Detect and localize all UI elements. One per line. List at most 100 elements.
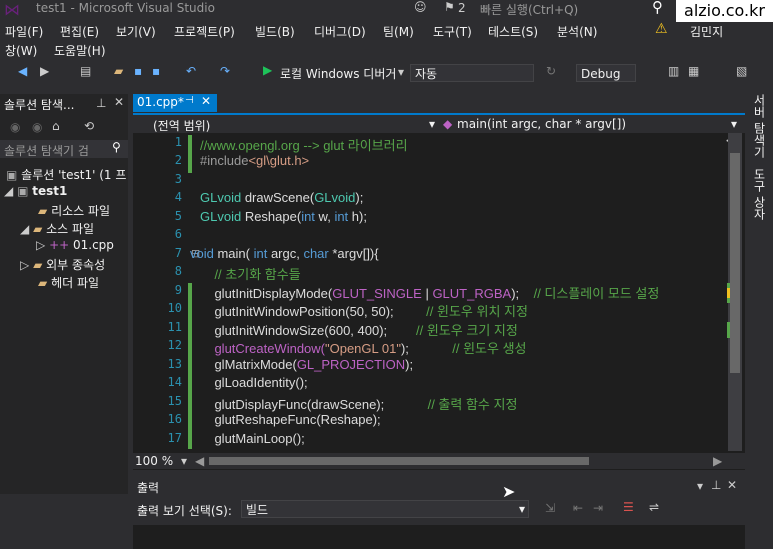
feedback-icon[interactable]: ☺	[414, 0, 427, 14]
toolbar-tool-icon-3[interactable]: ▧	[736, 64, 747, 78]
warning-icon[interactable]: ⚠	[655, 21, 668, 37]
vertical-scrollbar[interactable]	[728, 133, 742, 451]
word-wrap-icon[interactable]: ⇌	[649, 500, 659, 514]
line-number-gutter: 1 2 3 4 5 6 7 8 9 10 11 12 13 14 15 16 1…	[148, 133, 186, 451]
forward-icon[interactable]: ▶	[40, 64, 49, 78]
tree-item-01-cpp[interactable]: ▷ ++ 01.cpp	[36, 238, 114, 252]
output-next-icon[interactable]: ⇥	[593, 501, 603, 515]
menu-window[interactable]: 창(W)	[5, 42, 37, 59]
menu-file[interactable]: 파일(F)	[5, 23, 43, 40]
back-icon[interactable]: ◀	[18, 64, 27, 78]
tab-toolbox[interactable]: 도구 상자	[751, 168, 768, 220]
menu-test[interactable]: 테스트(S)	[488, 23, 538, 40]
horizontal-scroll-thumb[interactable]	[209, 457, 589, 465]
start-debugger-button[interactable]: 로컬 Windows 디버거	[280, 65, 396, 82]
home-icon[interactable]: ⌂	[52, 119, 60, 133]
code-comment: // 윈도우 크기 지정	[416, 323, 518, 338]
start-debug-icon[interactable]: ▶	[263, 63, 272, 77]
redo-icon[interactable]: ↷	[220, 64, 230, 78]
config-dropdown[interactable]: Debug	[576, 64, 636, 82]
toolbar-tool-icon-2[interactable]: ▦	[688, 64, 699, 78]
code-comment: //www.opengl.org --> glut 라이브러리	[200, 138, 408, 153]
collapse-arrow-icon[interactable]: ▷	[36, 238, 45, 252]
collapse-arrow-icon[interactable]: ▷	[20, 258, 29, 272]
visual-studio-logo-icon: ⋈	[4, 0, 20, 19]
line-number: 8	[174, 264, 182, 278]
zoom-level[interactable]: 100 %	[135, 454, 173, 468]
menu-build[interactable]: 빌드(B)	[255, 23, 295, 40]
menu-edit[interactable]: 편집(E)	[60, 23, 99, 40]
output-prev-icon[interactable]: ⇤	[573, 501, 583, 515]
output-goto-icon[interactable]: ⇲	[545, 501, 555, 515]
close-icon[interactable]: ✕	[201, 94, 211, 108]
solution-search[interactable]: 솔루션 탐색기 검 ⚲	[0, 140, 128, 158]
notification-flag-icon[interactable]: ⚑	[444, 0, 455, 14]
tab-server-explorer[interactable]: 서버 탐색기	[751, 94, 768, 158]
menu-team[interactable]: 팀(M)	[383, 23, 414, 40]
undo-icon[interactable]: ↶	[186, 64, 196, 78]
tree-item-header-files[interactable]: ▰ 헤더 파일	[38, 274, 99, 291]
save-all-icon[interactable]: ▪	[152, 64, 160, 78]
nav-forward-icon[interactable]: ◉	[32, 120, 42, 134]
code-text: );	[355, 190, 364, 205]
line-number: 5	[174, 209, 182, 223]
scroll-right-icon[interactable]: ▶	[713, 454, 722, 468]
scope-dropdown[interactable]: (전역 범위)	[153, 117, 210, 134]
tree-item-source-files[interactable]: ◢ ▰ 소스 파일	[20, 220, 94, 237]
tree-label: 리소스 파일	[51, 204, 111, 218]
save-icon[interactable]: ▪	[134, 64, 142, 78]
tree-label: 소스 파일	[46, 222, 95, 236]
code-text: w,	[314, 209, 335, 224]
nav-back-icon[interactable]: ◉	[10, 120, 20, 134]
history-icon[interactable]: ⟲	[84, 119, 94, 133]
menu-debug[interactable]: 디버그(D)	[314, 23, 366, 40]
search-icon[interactable]: ⚲	[652, 0, 663, 16]
toolbar-tool-icon[interactable]: ▥	[668, 64, 679, 78]
code-text: );	[405, 357, 414, 372]
new-item-icon[interactable]: ▤	[80, 64, 91, 78]
zoom-chevron-icon[interactable]: ▾	[181, 454, 187, 468]
output-text-area[interactable]	[133, 525, 745, 549]
title-bar: ⋈ test1 - Microsoft Visual Studio ☺ ⚑ 2 …	[0, 0, 773, 19]
pin-icon[interactable]: ⊥	[711, 478, 721, 492]
code-area[interactable]: //www.opengl.org --> glut 라이브러리 #include…	[190, 133, 720, 451]
scroll-left-icon[interactable]: ◀	[195, 454, 204, 468]
scroll-thumb[interactable]	[730, 153, 740, 373]
tree-item-solution[interactable]: ▣ 솔루션 'test1' (1 프	[6, 166, 126, 183]
code-string: "OpenGL 01"	[325, 341, 401, 356]
quick-launch-input[interactable]: 빠른 실행(Ctrl+Q)	[480, 1, 578, 18]
clear-all-icon[interactable]: ☰	[623, 500, 634, 514]
tree-item-resource-files[interactable]: ▰ 리소스 파일	[38, 202, 110, 219]
close-icon[interactable]: ✕	[114, 95, 124, 109]
search-icon[interactable]: ⚲	[112, 140, 121, 154]
open-folder-icon[interactable]: ▰	[114, 64, 123, 78]
platform-dropdown[interactable]: 자동	[410, 64, 534, 82]
menu-analyze[interactable]: 분석(N)	[557, 23, 597, 40]
solution-explorer-panel: 솔루션 탐색... ⊥ ✕ ◉ ◉ ⌂ ⟲ 솔루션 탐색기 검 ⚲ ▣ 솔루션 …	[0, 94, 128, 494]
refresh-icon[interactable]: ↻	[546, 64, 556, 78]
member-dropdown[interactable]: main(int argc, char * argv[])	[457, 117, 626, 131]
tree-item-project[interactable]: ◢ ▣ test1	[4, 184, 67, 198]
tree-item-external-deps[interactable]: ▷ ▰ 외부 종속성	[20, 256, 105, 273]
close-icon[interactable]: ✕	[727, 478, 737, 492]
menu-project[interactable]: 프로젝트(P)	[174, 23, 235, 40]
chevron-down-icon[interactable]: ▾	[519, 502, 525, 516]
scope-chevron-icon[interactable]: ▾	[429, 117, 435, 131]
expand-arrow-icon[interactable]: ◢	[20, 222, 29, 236]
menu-view[interactable]: 보기(V)	[116, 23, 156, 40]
menu-help[interactable]: 도움말(H)	[54, 42, 106, 59]
pin-icon[interactable]: ⊣	[185, 95, 194, 106]
member-chevron-icon[interactable]: ▾	[731, 117, 737, 131]
menu-tools[interactable]: 도구(T)	[433, 23, 472, 40]
code-text: h);	[348, 209, 367, 224]
line-number: 16	[167, 412, 182, 426]
chevron-down-icon[interactable]: ▾	[398, 65, 404, 79]
tab-01-cpp[interactable]: 01.cpp* ⊣ ✕	[133, 94, 217, 112]
pin-icon[interactable]: ⊥	[96, 96, 106, 110]
output-source-dropdown[interactable]: 빌드	[241, 500, 529, 518]
output-source-label: 출력 보기 선택(S):	[137, 504, 232, 518]
user-name[interactable]: 김민지	[690, 23, 723, 40]
function-icon: ◆	[443, 117, 453, 131]
expand-arrow-icon[interactable]: ◢	[4, 184, 13, 198]
panel-menu-icon[interactable]: ▾	[697, 479, 703, 493]
